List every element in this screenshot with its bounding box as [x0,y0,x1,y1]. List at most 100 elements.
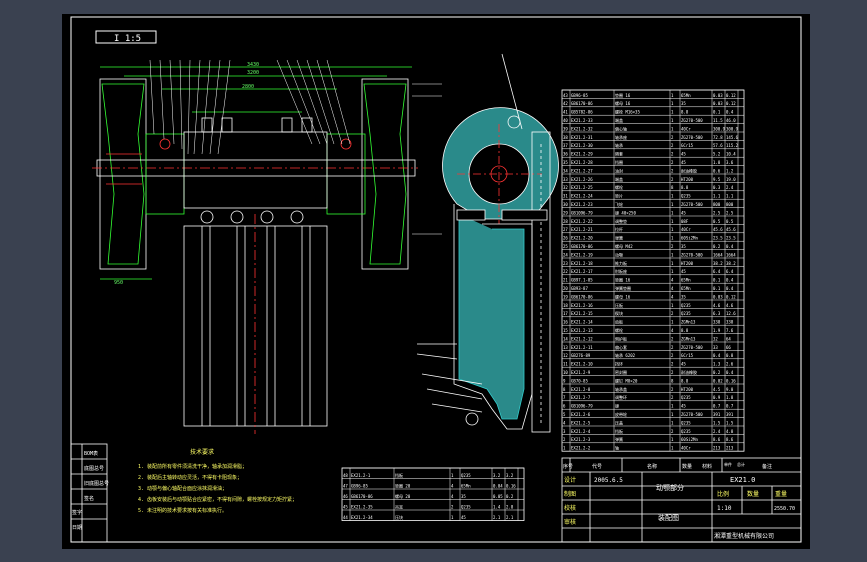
parts-table-cell: GB6170-86 [571,294,593,299]
parts-table-cell: 楔块 [615,310,623,316]
tb-label-draw: 制图 [564,490,576,498]
parts-table-cell: EX21.2-8 [571,387,591,392]
parts-table-cell: EX21.2-2 [571,446,591,451]
parts-table-cell: EX21.2-27 [571,168,593,173]
parts-table-cell: 0.3 [713,185,721,190]
tb-label-review: 审核 [564,518,576,526]
parts-table-cell: 调整垫 [615,218,627,224]
parts-table-cell: 键 40×250 [615,209,636,215]
parts-table-cell: 1.8 [726,395,734,400]
lower-table-cell: GB6170-86 [351,494,373,499]
parts-table-cell: 24 [563,252,568,257]
parts-table-cell: 2.4 [726,185,734,190]
parts-table-cell: 4 [563,420,566,425]
parts-table-cell: 0.9 [713,395,721,400]
parts-table-cell: EX21.2-3 [571,437,591,442]
parts-table-cell: 29 [563,210,568,215]
parts-table-cell: 2 [671,244,674,249]
parts-table-cell: 45.6 [713,227,723,232]
parts-table-cell: 1 [671,303,674,308]
parts-table-cell: EX21.2-10 [571,362,593,367]
lower-table-cell: 1 [451,515,454,520]
note-line-4: 4. 齿板安装后与动颚贴合应紧密，不得有间隙，螺栓按规定力矩拧紧； [138,496,297,503]
parts-table-cell: 32 [713,336,718,341]
parts-table-cell: 弹簧 [615,235,623,241]
lower-table-cell: 0.2 [506,494,514,499]
parts-table-cell: 14 [563,336,568,341]
parts-table-cell: 1 [671,93,674,98]
parts-table-cell: 391 [713,412,721,417]
parts-table-cell: Q235 [681,395,691,400]
parts-table-cell: 8.8 [681,185,689,190]
parts-table-cell: EX21.2-26 [571,177,593,182]
parts-table-cell: 7 [563,395,566,400]
parts-table-cell: 螺母 M42 [615,243,633,249]
parts-table-cell: 偏心轴 [615,125,627,131]
parts-table-cell: 耐油橡胶 [681,369,697,375]
parts-table-cell: GB70-85 [571,378,588,383]
parts-table-cell: HT200 [681,177,694,182]
parts-table-cell: 0.03 [713,93,723,98]
parts-table-cell: EX21.2-21 [571,227,593,232]
lower-table-cell: 3.2 [493,473,501,478]
parts-table-cell: 螺母 16 [615,293,631,299]
note-line-3: 3. 动颚与偏心轴配合面应涂抹润滑油； [138,485,227,492]
parts-table-cell: 0.02 [713,378,723,383]
parts-table-cell: 0.2 [713,244,721,249]
parts-table-cell: GB6170-86 [571,101,593,106]
jaw-section-view [416,53,559,433]
parts-table-cell: 66 [726,345,731,350]
lower-table-cell: 垫圈 20 [395,482,411,488]
lower-table-cell: 65Mn [461,483,471,488]
cad-canvas[interactable]: I 1:5 3430 3200 2800 950 BOM表 底图总号 旧底图总号… [62,14,810,549]
parts-table-cell: 8.6 [713,437,721,442]
lower-table-cell: EX21.2-1 [351,473,371,478]
tb-hdr-total: 总计 [737,461,745,467]
tb-label-scale: 比例 [717,490,729,498]
lower-table-cell: 47 [343,483,348,488]
lower-table-cell: EX21.2-35 [351,504,373,509]
parts-table-cell: 3.6 [726,160,734,165]
parts-table-cell: 38.2 [726,261,736,266]
parts-table-cell: EX21.2-28 [571,160,593,165]
parts-table-cell: 40Cr [681,126,691,131]
parts-table-cell: GB1096-79 [571,210,593,215]
parts-table-cell: EX21.2-19 [571,252,593,257]
parts-table-cell: 32 [563,185,568,190]
parts-table-cell: EX21.2-15 [571,311,593,316]
parts-table-cell: 8.8 [681,110,689,115]
lower-table-cell: GB96-85 [351,483,368,488]
parts-table-cell: 8.8 [681,328,689,333]
parts-table-cell: 391 [726,412,734,417]
parts-table-cell: 65Mn [681,278,691,283]
parts-table-cell: 1 [671,110,674,115]
parts-table-cell: 2 [671,429,674,434]
parts-table-cell: 17 [563,311,568,316]
parts-table-cell: 64 [726,336,731,341]
parts-table-cell: 4 [671,278,674,283]
strip-sign-label: 签字 [72,509,82,516]
parts-table-cell: 72.8 [713,135,723,140]
drawing-viewport[interactable]: I 1:5 3430 3200 2800 950 BOM表 底图总号 旧底图总号… [0,0,867,562]
parts-table-cell: 1 [671,227,674,232]
parts-table-cell: 45.6 [726,227,736,232]
tb-hdr-seq: 序号 [563,463,573,470]
parts-table-cell: GB5782-86 [571,110,593,115]
parts-table-cell: 21 [563,278,568,283]
parts-table-cell: EX21.2-24 [571,194,593,199]
parts-table-cell: EX21.2-5 [571,420,591,425]
tb-label-quantity: 数量 [747,490,759,498]
parts-table-cell: 19 [563,294,568,299]
parts-table-cell: 垫圈 16 [615,92,631,98]
parts-table-cell: 密封圈 [615,369,627,375]
parts-table-cell: 1 [671,118,674,123]
parts-table-cell: EX21.2-20 [571,236,593,241]
parts-table-cell: EX21.2-13 [571,328,593,333]
parts-table-cell: 端盖 [615,117,623,123]
parts-table-cell: 0.1 [713,278,721,283]
parts-table-cell: 0.1 [713,286,721,291]
parts-table-cell: 22 [563,269,568,274]
parts-table-cell: 1.5 [713,420,721,425]
lower-parts-table: 48 EX21.2-1 挡板 1 Q235 3.2 3.2 47 GB96-85 垫圈 20 4 65… [341,467,525,521]
parts-table-cell: 2 [671,168,674,173]
